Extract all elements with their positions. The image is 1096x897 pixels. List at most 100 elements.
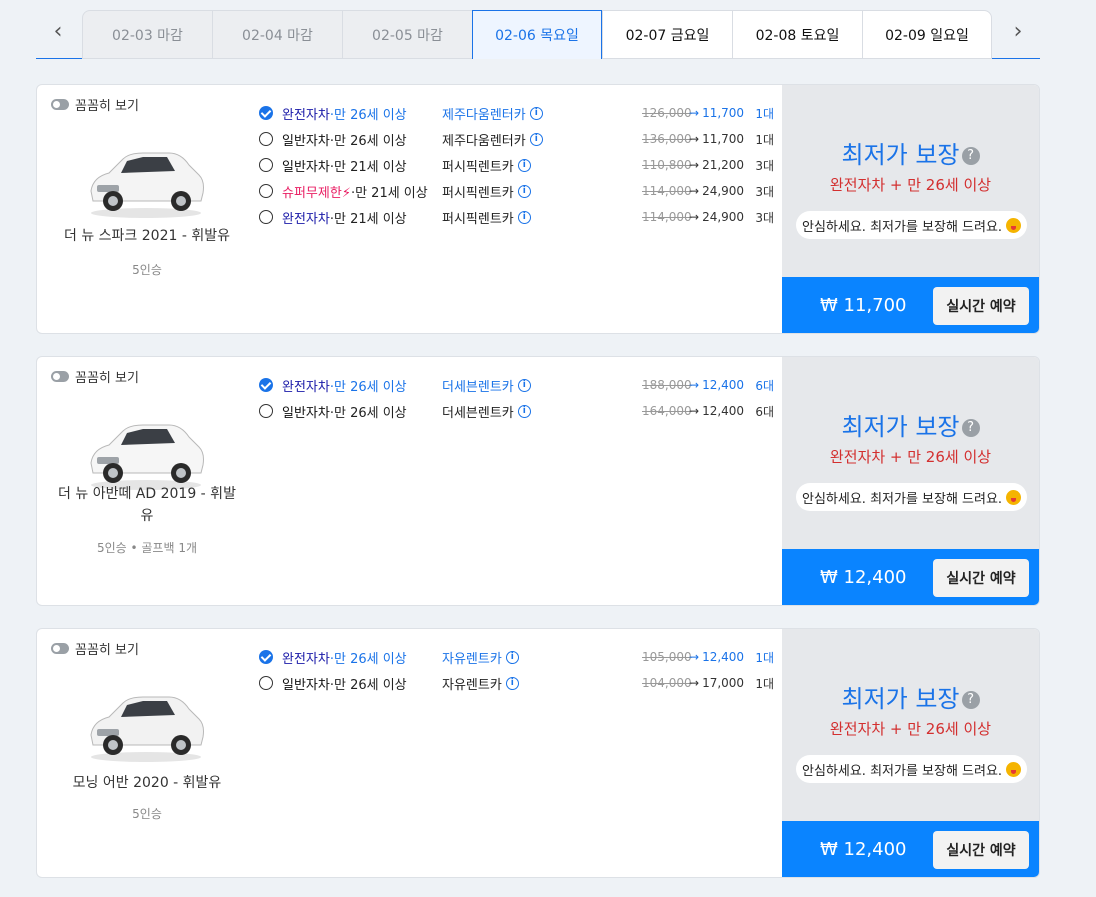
car-meta: 5인승: [132, 807, 162, 821]
radio-button[interactable]: [259, 158, 273, 172]
booking-bar: ₩ 12,400 실시간 예약: [782, 549, 1039, 605]
age-label: ·만 21세 이상: [329, 159, 407, 175]
original-price: 136,000: [642, 132, 692, 146]
final-price: 12,400: [702, 404, 745, 418]
rental-option[interactable]: 완전자차·만 26세 이상 자유렌트카 i 105,000 → 12,400 1…: [259, 644, 774, 670]
age-label: ·만 26세 이상: [329, 379, 407, 395]
radio-button[interactable]: [259, 132, 273, 146]
original-price: 126,000: [642, 106, 692, 120]
final-price: 12,400: [702, 650, 745, 664]
age-label: ·만 26세 이상: [329, 133, 407, 149]
book-now-button[interactable]: 실시간 예약: [933, 559, 1029, 597]
insurance-condition: 일반자차·만 26세 이상: [282, 674, 442, 693]
help-icon[interactable]: ?: [961, 147, 980, 165]
available-count: 1대: [755, 106, 775, 121]
age-label: ·만 21세 이상: [350, 185, 428, 201]
info-icon[interactable]: i: [517, 158, 531, 172]
tab-date-0206[interactable]: 02-06 목요일: [472, 10, 602, 59]
price-panel: 최저가 보장? 완전자차 + 만 26세 이상 안심하세요. 최저가를 보장해 …: [782, 629, 1039, 877]
price-info: 114,000 → 24,900 3대: [642, 209, 774, 226]
toggle-icon[interactable]: [51, 99, 69, 110]
company-label: 제주다움렌터카: [442, 107, 526, 123]
tab-date-0209[interactable]: 02-09 일요일: [862, 10, 992, 59]
price-info: 126,000 → 11,700 1대: [642, 105, 774, 122]
info-icon[interactable]: i: [517, 210, 531, 224]
arrow-right-icon: →: [689, 404, 700, 418]
tab-date-0208[interactable]: 02-08 토요일: [732, 10, 862, 59]
car-image: [83, 141, 209, 219]
company-name: 자유렌트카 i: [442, 648, 602, 667]
company-name: 퍼시픽렌트카 i: [442, 156, 602, 175]
radio-button[interactable]: [259, 210, 273, 224]
info-icon[interactable]: i: [529, 106, 543, 120]
chevron-left-icon[interactable]: ‹: [46, 18, 70, 46]
available-count: 1대: [755, 676, 775, 691]
rental-option[interactable]: 일반자차·만 26세 이상 자유렌트카 i 104,000 → 17,000 1…: [259, 670, 774, 696]
final-price: 11,700: [702, 106, 745, 120]
company-label: 제주다움렌터카: [442, 133, 526, 149]
price-info: 110,800 → 21,200 3대: [642, 157, 774, 174]
book-now-button[interactable]: 실시간 예약: [933, 287, 1029, 325]
assurance-text: 안심하세요. 최저가를 보장해 드려요.: [802, 219, 1003, 235]
info-icon[interactable]: i: [505, 676, 519, 690]
help-icon[interactable]: ?: [961, 419, 980, 437]
info-icon[interactable]: i: [517, 404, 531, 418]
tab-date-0207[interactable]: 02-07 금요일: [602, 10, 732, 59]
radio-button[interactable]: [259, 106, 273, 120]
rental-option[interactable]: 완전자차·만 26세 이상 더세븐렌트카 i 188,000 → 12,400 …: [259, 372, 774, 398]
toggle-icon[interactable]: [51, 371, 69, 382]
coverage-label: 슈퍼무제한: [282, 185, 342, 201]
info-icon[interactable]: i: [529, 132, 543, 146]
chevron-right-icon[interactable]: ›: [1006, 18, 1030, 46]
rental-option[interactable]: 완전자차·만 26세 이상 제주다움렌터카 i 126,000 → 11,700…: [259, 100, 774, 126]
rental-options-list: 완전자차·만 26세 이상 제주다움렌터카 i 126,000 → 11,700…: [259, 100, 774, 230]
tab-date-0205[interactable]: 02-05 마감: [342, 10, 472, 59]
tab-date-0204[interactable]: 02-04 마감: [212, 10, 342, 59]
tab-date-0203[interactable]: 02-03 마감: [82, 10, 212, 59]
radio-button[interactable]: [259, 184, 273, 198]
radio-button[interactable]: [259, 676, 273, 690]
rental-option[interactable]: 일반자차·만 26세 이상 제주다움렌터카 i 136,000 → 11,700…: [259, 126, 774, 152]
car-card: 꼼꼼히 보기 더 뉴 스파크 2021 - 휘발유 5인승 완전자차·만 26세…: [36, 84, 1040, 334]
company-name: 퍼시픽렌트카 i: [442, 208, 602, 227]
smile-face-icon: [1006, 489, 1022, 505]
guarantee-condition: 완전자차 + 만 26세 이상: [829, 720, 992, 738]
age-label: ·만 26세 이상: [329, 677, 407, 693]
insurance-condition: 일반자차·만 26세 이상: [282, 402, 442, 421]
final-price: 24,900: [702, 210, 745, 224]
rental-options-list: 완전자차·만 26세 이상 더세븐렌트카 i 188,000 → 12,400 …: [259, 372, 774, 424]
car-card: 꼼꼼히 보기 모닝 어반 2020 - 휘발유 5인승 완전자차·만 26세 이…: [36, 628, 1040, 878]
company-label: 퍼시픽렌트카: [442, 211, 514, 227]
toggle-icon[interactable]: [51, 643, 69, 654]
detail-toggle[interactable]: 꼼꼼히 보기: [51, 95, 139, 114]
info-icon[interactable]: i: [517, 184, 531, 198]
detail-toggle[interactable]: 꼼꼼히 보기: [51, 367, 139, 386]
company-label: 퍼시픽렌트카: [442, 159, 514, 175]
car-card: 꼼꼼히 보기 더 뉴 아반떼 AD 2019 - 휘발유 5인승 • 골프백 1…: [36, 356, 1040, 606]
guarantee-condition: 완전자차 + 만 26세 이상: [829, 176, 992, 194]
car-meta: 5인승 • 골프백 1개: [96, 541, 198, 555]
rental-option[interactable]: 슈퍼무제한⚡·만 21세 이상 퍼시픽렌트카 i 114,000 → 24,90…: [259, 178, 774, 204]
detail-toggle[interactable]: 꼼꼼히 보기: [51, 639, 139, 658]
radio-button[interactable]: [259, 404, 273, 418]
final-price: 21,200: [702, 158, 745, 172]
insurance-condition: 완전자차·만 26세 이상: [282, 376, 442, 395]
final-price: 11,700: [702, 132, 745, 146]
available-count: 6대: [755, 404, 775, 419]
guarantee-condition: 완전자차 + 만 26세 이상: [829, 448, 992, 466]
rental-option[interactable]: 완전자차·만 21세 이상 퍼시픽렌트카 i 114,000 → 24,900 …: [259, 204, 774, 230]
radio-button[interactable]: [259, 650, 273, 664]
age-label: ·만 26세 이상: [329, 107, 407, 123]
info-icon[interactable]: i: [505, 650, 519, 664]
info-icon[interactable]: i: [517, 378, 531, 392]
book-now-button[interactable]: 실시간 예약: [933, 831, 1029, 869]
company-name: 자유렌트카 i: [442, 674, 602, 693]
radio-button[interactable]: [259, 378, 273, 392]
rental-option[interactable]: 일반자차·만 26세 이상 더세븐렌트카 i 164,000 → 12,400 …: [259, 398, 774, 424]
help-icon[interactable]: ?: [961, 691, 980, 709]
coverage-label: 완전자차: [282, 651, 330, 667]
lowest-price-guarantee: 최저가 보장?: [782, 135, 1039, 170]
available-count: 6대: [755, 378, 775, 393]
rental-option[interactable]: 일반자차·만 21세 이상 퍼시픽렌트카 i 110,800 → 21,200 …: [259, 152, 774, 178]
arrow-right-icon: →: [689, 132, 700, 146]
